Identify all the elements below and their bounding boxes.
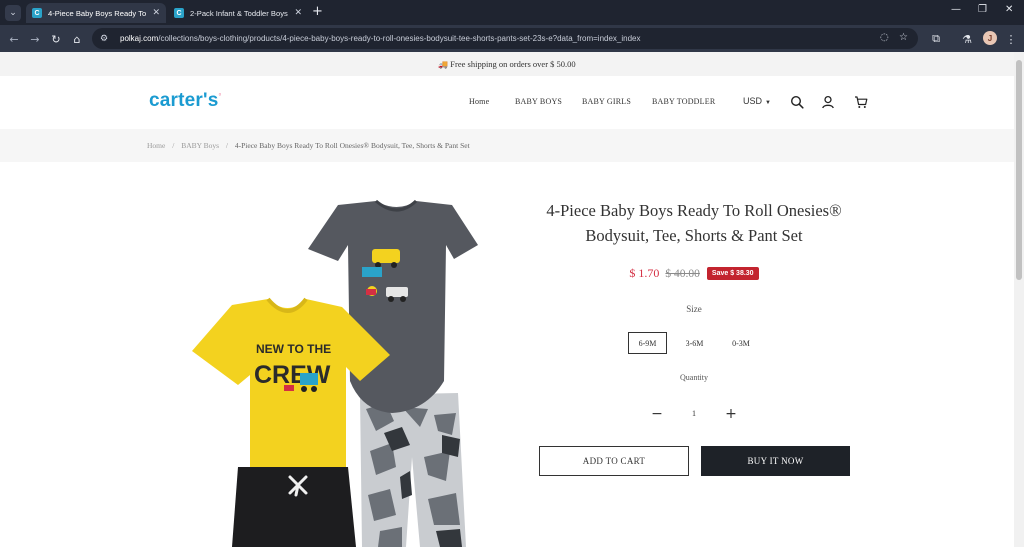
back-icon[interactable]: ← xyxy=(6,31,22,47)
size-option-0-3m[interactable]: 0-3M xyxy=(722,332,760,354)
quantity-increase-button[interactable]: + xyxy=(723,406,739,422)
breadcrumb-home[interactable]: Home xyxy=(147,141,165,150)
site-logo[interactable]: carter's° xyxy=(149,90,222,112)
page-scrollbar[interactable] xyxy=(1014,52,1024,547)
currency-selector[interactable]: USD ▼ xyxy=(743,96,771,106)
breadcrumb-baby-boys[interactable]: BABY Boys xyxy=(181,141,219,150)
profile-avatar[interactable]: J xyxy=(983,31,997,45)
announcement-text: Free shipping on orders over $ 50.00 xyxy=(450,59,576,69)
url-text[interactable]: polkaj.com/collections/boys-clothing/pro… xyxy=(120,34,641,43)
size-option-6-9m[interactable]: 6-9M xyxy=(628,332,667,354)
nav-link-baby-toddler[interactable]: BABY TODDLER xyxy=(652,97,715,106)
black-shorts xyxy=(232,467,356,547)
reload-icon[interactable]: ↻ xyxy=(48,31,64,47)
compare-price: $ 40.00 xyxy=(665,267,700,280)
tab-search-chevron-icon[interactable]: ⌄ xyxy=(5,4,21,21)
buy-it-now-button[interactable]: BUY IT NOW xyxy=(701,446,850,476)
scrollbar-thumb[interactable] xyxy=(1016,60,1022,280)
truck-icon: 🚚 xyxy=(438,59,449,69)
bookmark-star-icon[interactable]: ☆ xyxy=(899,32,908,43)
browser-tab-active[interactable]: C 4-Piece Baby Boys Ready To Roll Onesie… xyxy=(26,3,166,23)
minimize-icon[interactable]: — xyxy=(951,4,961,15)
close-tab-icon[interactable]: ✕ xyxy=(152,8,160,18)
tab-title: 4-Piece Baby Boys Ready To Roll Onesies®… xyxy=(48,8,147,18)
browser-tab[interactable]: C 2-Pack Infant & Toddler Boys Onesies ✕ xyxy=(168,3,308,23)
browser-tab-bar: ⌄ C 4-Piece Baby Boys Ready To Roll Ones… xyxy=(0,0,1024,25)
breadcrumb-separator: / xyxy=(172,141,175,150)
breadcrumb: Home / BABY Boys / 4-Piece Baby Boys Rea… xyxy=(147,141,470,150)
camo-pants xyxy=(360,393,466,547)
size-option-3-6m[interactable]: 3-6M xyxy=(676,332,713,354)
breadcrumb-bar: Home / BABY Boys / 4-Piece Baby Boys Rea… xyxy=(0,129,1014,162)
product-title: 4-Piece Baby Boys Ready To Roll Onesies®… xyxy=(520,198,868,248)
browser-toolbar: ← → ↻ ⌂ ⚙ polkaj.com/collections/boys-cl… xyxy=(0,25,1024,52)
site-info-icon[interactable]: ⚙ xyxy=(100,34,116,44)
product-title-line1: 4-Piece Baby Boys Ready To Roll Onesies® xyxy=(546,201,842,220)
nav-link-baby-boys[interactable]: BABY BOYS xyxy=(515,97,562,106)
extensions-icon[interactable]: ⧉ xyxy=(928,31,944,47)
sale-price: $ 1.70 xyxy=(629,266,660,280)
breadcrumb-current: 4-Piece Baby Boys Ready To Roll Onesies®… xyxy=(234,141,470,150)
labs-flask-icon[interactable]: ⚗ xyxy=(959,31,975,47)
tee-print-line2: CREW xyxy=(254,361,331,389)
add-to-cart-button[interactable]: ADD TO CART xyxy=(539,446,689,476)
restore-icon[interactable]: ❐ xyxy=(978,4,987,15)
eye-off-icon[interactable]: ◌ xyxy=(880,32,889,43)
close-tab-icon[interactable]: ✕ xyxy=(294,8,302,18)
announcement-bar: 🚚 Free shipping on orders over $ 50.00 xyxy=(0,52,1014,76)
quantity-label: Quantity xyxy=(680,373,708,382)
menu-kebab-icon[interactable]: ⋮ xyxy=(1003,31,1019,47)
price-row: $ 1.70 $ 40.00 Save $ 38.30 xyxy=(520,266,868,281)
site-favicon-icon: C xyxy=(32,8,42,18)
home-icon[interactable]: ⌂ xyxy=(69,31,85,47)
breadcrumb-separator: / xyxy=(225,141,229,150)
site-favicon-icon: C xyxy=(174,8,184,18)
forward-icon[interactable]: → xyxy=(27,31,43,47)
close-window-icon[interactable]: ✕ xyxy=(1005,4,1013,15)
site-header: carter's° Home BABY BOYS BABY GIRLS BABY… xyxy=(0,76,1014,129)
new-tab-button[interactable]: + xyxy=(312,4,323,19)
address-bar[interactable]: ⚙ polkaj.com/collections/boys-clothing/p… xyxy=(92,28,918,49)
save-badge: Save $ 38.30 xyxy=(706,267,759,280)
nav-link-home[interactable]: Home xyxy=(469,97,489,106)
nav-link-baby-girls[interactable]: BABY GIRLS xyxy=(582,97,631,106)
caret-down-icon: ▼ xyxy=(765,100,771,106)
cart-icon[interactable] xyxy=(854,95,868,109)
size-label: Size xyxy=(686,304,702,314)
quantity-input[interactable]: 1 xyxy=(686,409,702,418)
product-image[interactable]: NEW TO THE CREW xyxy=(180,195,490,547)
search-icon[interactable] xyxy=(790,95,804,109)
account-icon[interactable] xyxy=(821,95,835,109)
product-title-line2: Bodysuit, Tee, Shorts & Pant Set xyxy=(585,226,803,245)
tab-title: 2-Pack Infant & Toddler Boys Onesies xyxy=(190,8,288,18)
quantity-decrease-button[interactable]: − xyxy=(649,406,665,422)
tee-print-line1: NEW TO THE xyxy=(256,342,331,356)
